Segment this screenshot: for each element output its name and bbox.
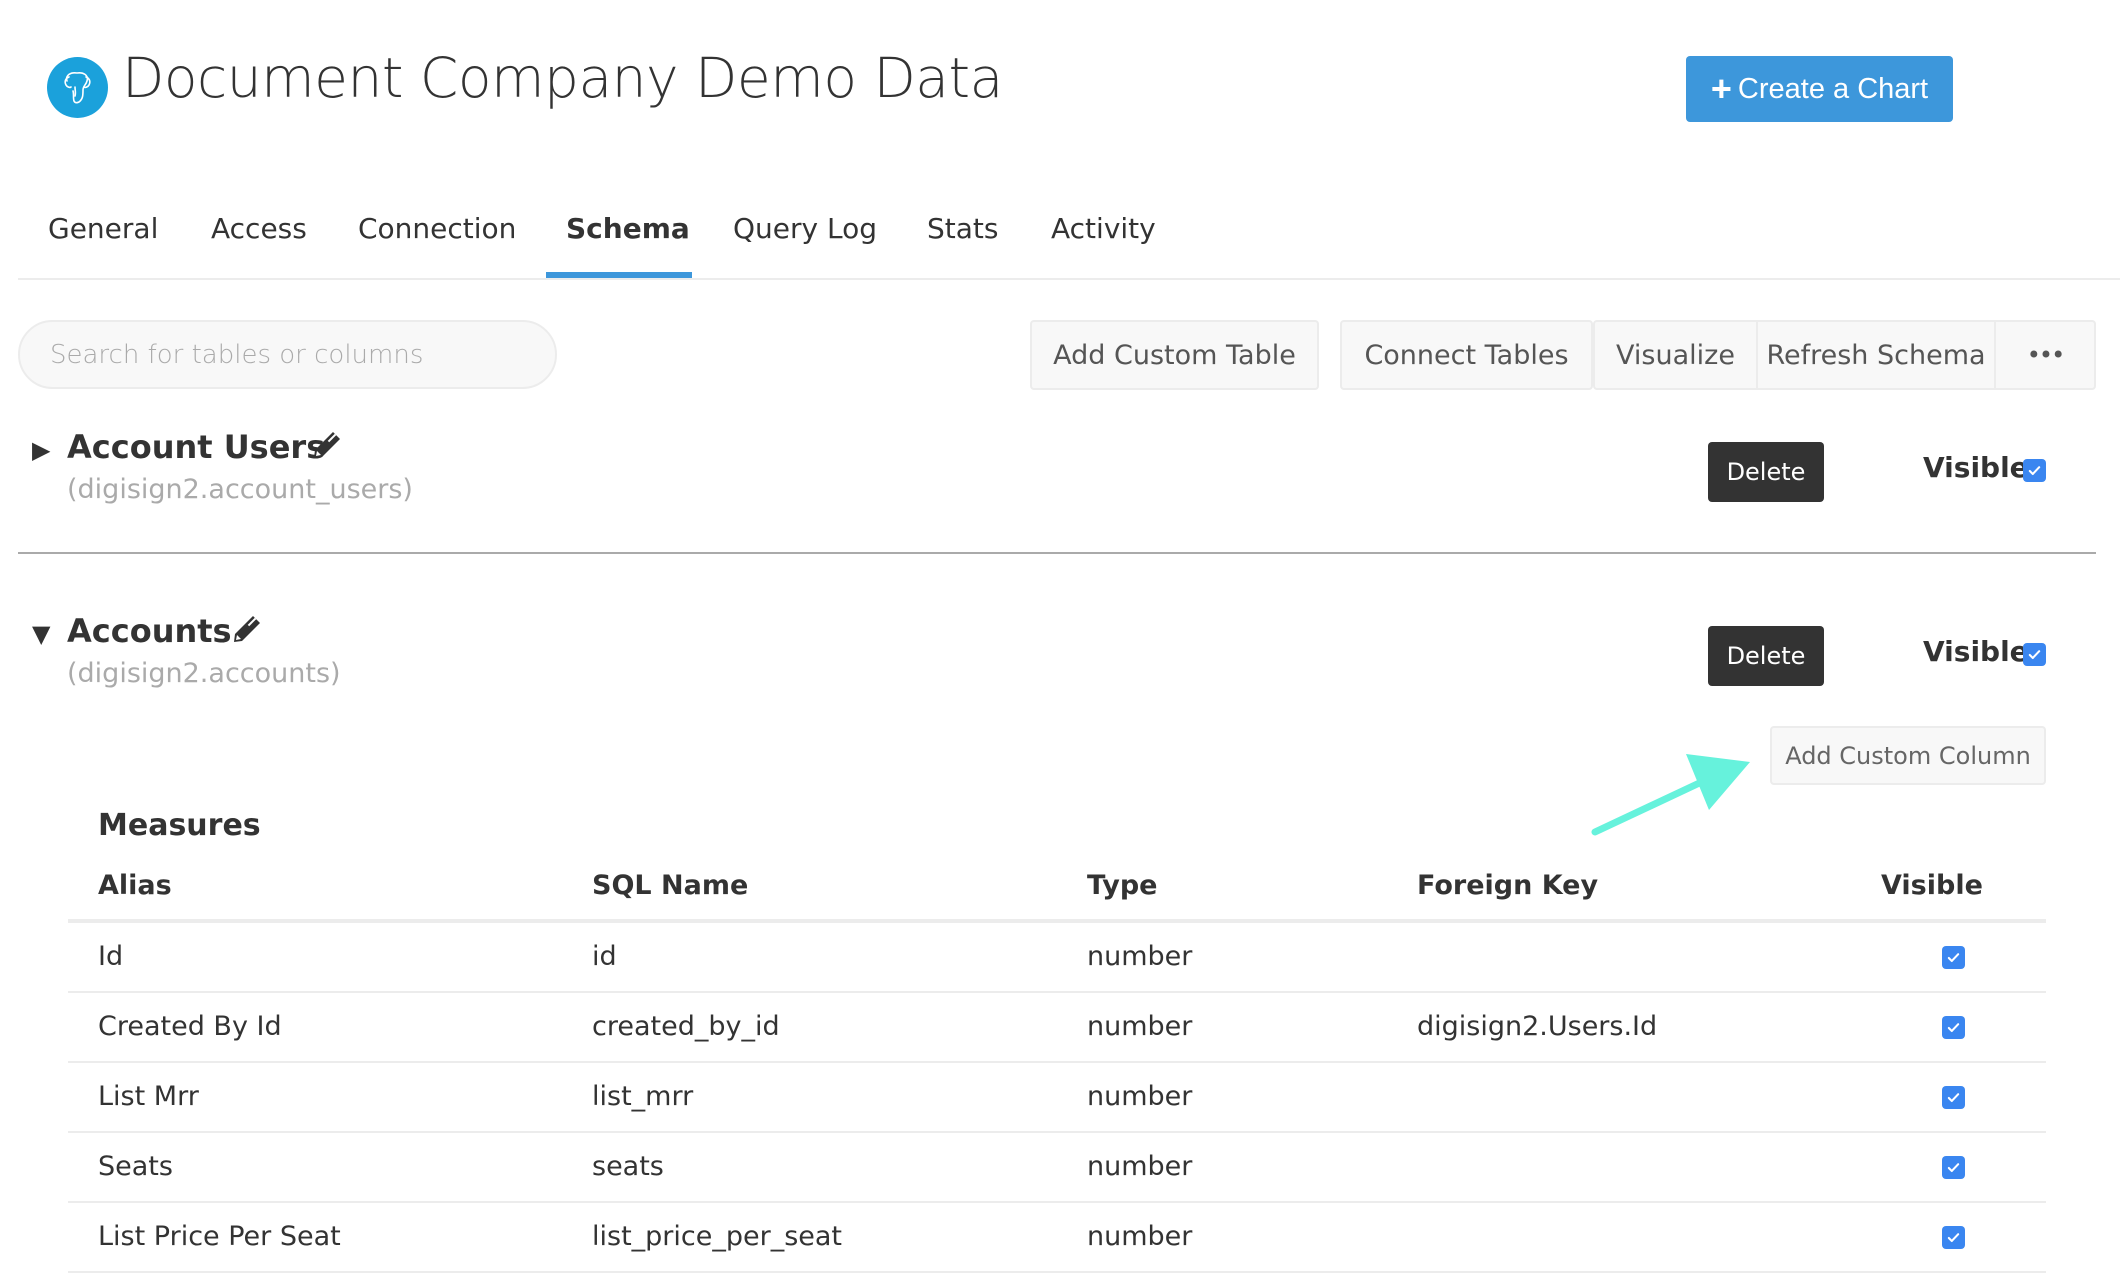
visible-checkbox[interactable] (2023, 643, 2046, 666)
tab-access[interactable]: Access (211, 212, 307, 245)
refresh-schema-button[interactable]: Refresh Schema (1756, 320, 1996, 390)
section-divider (18, 552, 2096, 554)
more-options-button[interactable]: ••• (1994, 320, 2096, 390)
table-sql-name: (digisign2.accounts) (67, 658, 341, 689)
add-custom-table-button[interactable]: Add Custom Table (1030, 320, 1319, 390)
table-name: Accounts (67, 612, 232, 650)
postgresql-logo-icon (47, 57, 108, 118)
column-header-alias[interactable]: Alias (98, 870, 172, 901)
row-visible-checkbox[interactable] (1942, 1016, 1965, 1039)
visible-label: Visible (1923, 451, 2029, 484)
tab-bar: General Access Connection Schema Query L… (0, 200, 2120, 280)
cell-sql-name: list_mrr (592, 1081, 694, 1112)
plus-icon: + (1710, 68, 1732, 109)
checkmark-icon (1947, 1023, 1960, 1032)
visible-label: Visible (1923, 635, 2029, 668)
create-chart-label: Create a Chart (1737, 72, 1929, 105)
tab-activity[interactable]: Activity (1051, 212, 1156, 245)
connect-tables-button[interactable]: Connect Tables (1340, 320, 1593, 390)
column-header-visible[interactable]: Visible (1881, 870, 1983, 901)
annotation-arrow-icon (1591, 754, 1750, 836)
cell-alias[interactable]: Created By Id (98, 1011, 282, 1042)
checkmark-icon (2028, 466, 2041, 475)
tab-schema[interactable]: Schema (566, 212, 690, 245)
cell-type[interactable]: number (1087, 941, 1192, 972)
cell-type[interactable]: number (1087, 1221, 1192, 1252)
visualize-button[interactable]: Visualize (1593, 320, 1758, 390)
create-chart-button[interactable]: + Create a Chart (1686, 56, 1953, 122)
pencil-edit-icon[interactable] (228, 612, 264, 652)
search-input[interactable] (18, 320, 557, 389)
column-header-type[interactable]: Type (1087, 870, 1157, 901)
row-visible-checkbox[interactable] (1942, 1086, 1965, 1109)
cell-type[interactable]: number (1087, 1081, 1192, 1112)
add-custom-column-button[interactable]: Add Custom Column (1770, 726, 2046, 785)
tab-stats[interactable]: Stats (927, 212, 998, 245)
row-visible-checkbox[interactable] (1942, 946, 1965, 969)
tabs-divider (18, 278, 2120, 280)
cell-alias[interactable]: List Price Per Seat (98, 1221, 341, 1252)
collapse-caret-icon[interactable]: ▼ (32, 620, 50, 648)
measures-heading: Measures (98, 808, 261, 843)
row-visible-checkbox[interactable] (1942, 1156, 1965, 1179)
column-header-sql-name[interactable]: SQL Name (592, 870, 748, 901)
tab-query-log[interactable]: Query Log (733, 212, 877, 245)
cell-alias[interactable]: List Mrr (98, 1081, 199, 1112)
delete-table-button[interactable]: Delete (1708, 442, 1824, 502)
active-tab-indicator (546, 272, 692, 278)
checkmark-icon (1947, 1093, 1960, 1102)
checkmark-icon (1947, 1233, 1960, 1242)
checkmark-icon (1947, 953, 1960, 962)
cell-type[interactable]: number (1087, 1011, 1192, 1042)
visible-checkbox[interactable] (2023, 459, 2046, 482)
cell-sql-name: id (592, 941, 617, 972)
delete-table-button[interactable]: Delete (1708, 626, 1824, 686)
page-title: Document Company Demo Data (122, 46, 1003, 110)
expand-caret-icon[interactable]: ▶ (32, 436, 50, 464)
cell-sql-name: list_price_per_seat (592, 1221, 843, 1252)
cell-alias[interactable]: Seats (98, 1151, 173, 1182)
checkmark-icon (2028, 650, 2041, 659)
table-row: Seats seats number (68, 1133, 2046, 1203)
column-header-foreign-key[interactable]: Foreign Key (1417, 870, 1598, 901)
tab-general[interactable]: General (48, 212, 158, 245)
cell-sql-name: seats (592, 1151, 664, 1182)
table-row: List Mrr list_mrr number (68, 1063, 2046, 1133)
tab-connection[interactable]: Connection (358, 212, 516, 245)
cell-alias[interactable]: Id (98, 941, 123, 972)
table-name: Account Users (67, 428, 326, 466)
row-visible-checkbox[interactable] (1942, 1226, 1965, 1249)
cell-type[interactable]: number (1087, 1151, 1192, 1182)
cell-foreign-key[interactable]: digisign2.Users.Id (1417, 1011, 1657, 1042)
table-row: Created By Id created_by_id number digis… (68, 993, 2046, 1063)
checkmark-icon (1947, 1163, 1960, 1172)
table-row: Id id number (68, 923, 2046, 993)
pencil-edit-icon[interactable] (308, 428, 344, 468)
table-sql-name: (digisign2.account_users) (67, 474, 413, 505)
cell-sql-name: created_by_id (592, 1011, 780, 1042)
table-row: List Price Per Seat list_price_per_seat … (68, 1203, 2046, 1273)
ellipsis-icon: ••• (2026, 341, 2065, 369)
